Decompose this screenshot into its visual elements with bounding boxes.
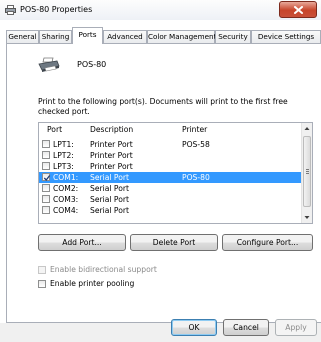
port-row-lpt1[interactable]: LPT1: Printer Port POS-58 [39,139,302,150]
add-port-button[interactable]: Add Port... [38,234,126,251]
checkmark-icon [43,175,51,181]
arrow-up-icon [304,127,310,130]
scroll-thumb[interactable] [303,136,311,207]
column-header-description[interactable]: Description [90,125,133,134]
cancel-button[interactable]: Cancel [223,319,269,336]
tab-ports[interactable]: Ports [72,27,103,44]
tab-device-settings[interactable]: Device Settings [251,30,321,43]
printer-pooling-label: Enable printer pooling [50,279,135,288]
port-printer: POS-58 [182,140,210,149]
tab-security[interactable]: Security [215,30,251,43]
port-row-lpt3[interactable]: LPT3: Printer Port [39,161,302,172]
printer-small-icon [5,5,16,17]
port-name: LPT3: [53,162,74,171]
port-checkbox[interactable] [42,173,51,181]
port-checkbox[interactable] [42,184,50,192]
ports-list-scrollbar[interactable] [301,123,312,223]
scroll-down-button[interactable] [302,212,312,223]
port-description: Printer Port [90,151,133,160]
scroll-up-button[interactable] [302,123,312,134]
port-row-com2[interactable]: COM2: Serial Port [39,183,302,194]
printer-pooling-checkbox[interactable]: Enable printer pooling [38,279,178,289]
port-name: COM2: [53,184,79,193]
bidirectional-support-checkbox[interactable]: Enable bidirectional support [38,265,198,275]
dialog-footer [0,323,321,342]
port-row-com1[interactable]: COM1: Serial Port POS-80 [39,172,302,183]
port-description: Serial Port [90,195,129,204]
checkbox-box[interactable] [38,266,46,274]
arrow-down-icon [304,216,310,219]
port-row-com4[interactable]: COM4: Serial Port [39,205,302,216]
port-description: Printer Port [90,162,133,171]
printer-icon [38,57,60,75]
window-title: POS-80 Properties [20,5,93,14]
port-name: COM4: [53,206,79,215]
port-name: LPT2: [53,151,74,160]
port-description: Printer Port [90,140,133,149]
port-description: Serial Port [90,184,129,193]
column-header-port[interactable]: Port [47,125,62,134]
port-name: COM1: [53,173,79,182]
close-button[interactable] [279,1,317,18]
apply-button[interactable]: Apply [275,319,317,336]
port-description: Serial Port [90,206,129,215]
port-name: LPT1: [53,140,74,149]
port-checkbox[interactable] [42,206,50,214]
port-checkbox[interactable] [42,162,50,170]
ok-button[interactable]: OK [171,319,217,336]
tab-advanced[interactable]: Advanced [103,30,147,43]
port-name: COM3: [53,195,79,204]
checkbox-box[interactable] [38,280,46,288]
ports-description: Print to the following port(s). Document… [38,97,288,116]
port-checkbox[interactable] [42,151,50,159]
grip-line [306,173,309,174]
bidirectional-support-label: Enable bidirectional support [50,265,157,274]
port-checkbox[interactable] [42,140,50,148]
tab-color-management[interactable]: Color Management [147,30,216,43]
properties-window: POS-80 Properties General Sharing Ports … [0,0,321,342]
printer-name: POS-80 [77,60,107,69]
ports-list[interactable]: Port Description Printer LPT1: Printer P… [38,122,313,224]
delete-port-button[interactable]: Delete Port [130,234,218,251]
port-description: Serial Port [90,173,129,182]
port-checkbox[interactable] [42,195,50,203]
configure-port-button[interactable]: Configure Port... [222,234,313,251]
grip-line [306,171,309,172]
tab-strip: General Sharing Ports Advanced Color Man… [6,27,321,44]
port-row-lpt2[interactable]: LPT2: Printer Port [39,150,302,161]
tab-sharing[interactable]: Sharing [39,30,72,43]
port-row-com3[interactable]: COM3: Serial Port [39,194,302,205]
grip-line [306,169,309,170]
tab-general[interactable]: General [6,30,39,43]
column-header-printer[interactable]: Printer [182,125,207,134]
title-bar[interactable]: POS-80 Properties [0,0,321,20]
close-icon [294,6,303,14]
port-printer: POS-80 [182,173,210,182]
